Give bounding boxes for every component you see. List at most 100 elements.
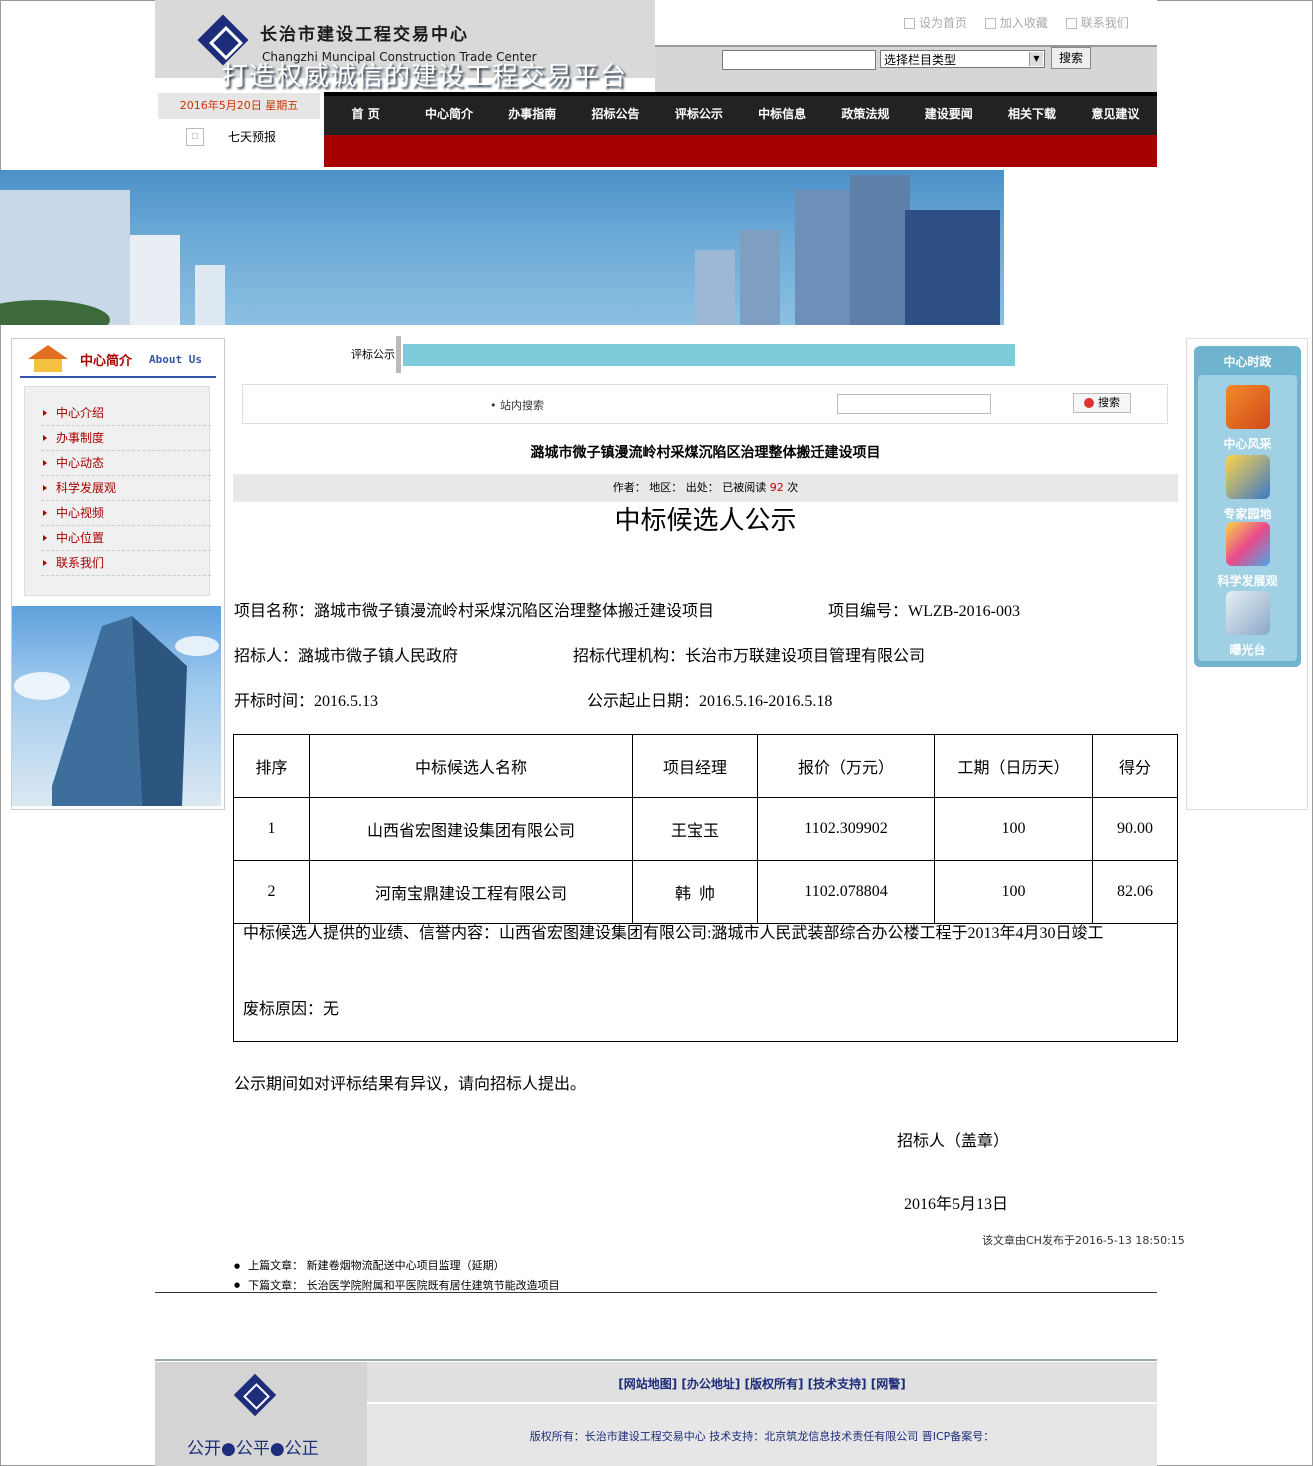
breadcrumb[interactable]: 评标公示 [351, 346, 395, 362]
add-favorite-link[interactable]: 加入收藏 [984, 16, 1048, 30]
category-select[interactable]: 选择栏目类型 ▼ [880, 50, 1045, 68]
footer-slogan: 公开●公平●公正 [187, 1439, 319, 1459]
meta-read-prefix: 已被阅读 [722, 481, 767, 494]
article-title: 潞城市微子镇漫流岭村采煤沉陷区治理整体搬迁建设项目 [530, 445, 881, 461]
nav-guide[interactable]: 办事指南 [491, 96, 574, 135]
table-row: 1 山西省宏图建设集团有限公司 王宝玉 1102.309902 100 90.0… [233, 797, 1178, 861]
weather-forecast-link[interactable]: 七天预报 [228, 128, 276, 145]
link-icon [904, 18, 915, 29]
performance-note: 中标候选人提供的业绩、信誉内容：山西省宏图建设集团有限公司:潞城市人民武装部综合… [243, 925, 1104, 942]
search-input[interactable] [722, 50, 876, 70]
site-search-label: • 站内搜索 [490, 399, 544, 412]
monitor-icon [1225, 591, 1270, 635]
factory-icon [1225, 385, 1270, 429]
sign-date: 2016年5月13日 [904, 1196, 1009, 1213]
contact-us-link[interactable]: 联系我们 [1065, 16, 1129, 30]
link-icon [1065, 18, 1077, 29]
expert-icon [1225, 455, 1270, 499]
site-search-button[interactable]: 搜索 [1073, 393, 1131, 413]
banner-slogan: 打造权威诚信的建设工程交易平台 [222, 62, 628, 92]
cell-duration: 100 [934, 860, 1093, 924]
meta-region: 地区： [649, 481, 683, 494]
article-navigation: 上篇文章： 新建卷烟物流配送中心项目监理（延期） 下篇文章： 长治医学院附属和平… [234, 1256, 560, 1295]
cell-rank: 2 [233, 860, 310, 924]
cell-manager: 韩 帅 [632, 860, 758, 924]
chevron-down-icon: ▼ [1029, 52, 1043, 66]
left-panel-divider [20, 376, 216, 378]
header-rank: 排序 [233, 734, 310, 798]
nav-feedback[interactable]: 意见建议 [1074, 96, 1157, 135]
cell-score: 82.06 [1092, 860, 1178, 924]
signature: 招标人（盖章） [897, 1133, 1010, 1150]
left-menu: 中心介绍 办事制度 中心动态 科学发展观 中心视频 中心位置 联系我们 [24, 386, 211, 596]
footer-copyright: 版权所有：长治市建设工程交易中心 技术支持：北京筑龙信息技术责任有限公司 晋IC… [529, 1430, 995, 1443]
cell-name: 河南宝鼎建设工程有限公司 [309, 860, 633, 924]
nav-tender-notice[interactable]: 招标公告 [574, 96, 657, 135]
left-menu-video[interactable]: 中心视频 [41, 501, 211, 526]
right-item-experts-label: 专家园地 [1223, 507, 1272, 521]
cell-price: 1102.309902 [757, 797, 935, 861]
nav-downloads[interactable]: 相关下载 [990, 96, 1073, 135]
left-menu-rules[interactable]: 办事制度 [41, 426, 211, 451]
right-panel-title: 中心时政 [1223, 355, 1272, 369]
candidates-table: 排序 中标候选人名称 项目经理 报价（万元） 工期（日历天） 得分 1 山西省宏… [233, 734, 1178, 924]
breadcrumb-divider [396, 336, 401, 373]
nav-home[interactable]: 首 页 [324, 96, 407, 135]
left-menu-location[interactable]: 中心位置 [41, 526, 211, 551]
nav-award[interactable]: 中标信息 [740, 96, 823, 135]
left-panel-subtitle: About Us [149, 353, 202, 366]
building-photo [12, 606, 221, 806]
publish-info: 该文章由CH发布于2016-5-13 18:50:15 [982, 1234, 1185, 1247]
meta-source: 出处： [685, 481, 719, 494]
nav-news[interactable]: 建设要闻 [907, 96, 990, 135]
weather-icon: ☐ [186, 128, 204, 146]
site-search-input[interactable] [837, 394, 991, 414]
left-menu-intro[interactable]: 中心介绍 [41, 401, 211, 426]
meta-author: 作者： [612, 481, 646, 494]
right-item-exposure-label: 曝光台 [1229, 643, 1266, 657]
footer-links[interactable]: [网站地图] [办公地址] [版权所有] [技术支持] [网警] [367, 1375, 1157, 1392]
header-price: 报价（万元） [757, 734, 935, 798]
content-divider [155, 1292, 1157, 1293]
void-reason: 废标原因：无 [243, 1001, 340, 1018]
cell-duration: 100 [934, 797, 1093, 861]
objection-note: 公示期间如对评标结果有异议，请向招标人提出。 [234, 1076, 587, 1093]
left-panel-title: 中心简介 [80, 354, 133, 369]
left-menu-news[interactable]: 中心动态 [41, 451, 211, 476]
project-name: 项目名称：潞城市微子镇漫流岭村采煤沉陷区治理整体搬迁建设项目 [234, 603, 715, 620]
site-search-button-label: 搜索 [1098, 396, 1120, 409]
table-header-row: 排序 中标候选人名称 项目经理 报价（万元） 工期（日历天） 得分 [233, 734, 1178, 798]
prev-article-link[interactable]: 上篇文章： 新建卷烟物流配送中心项目监理（延期） [234, 1256, 560, 1276]
cell-price: 1102.078804 [757, 860, 935, 924]
nav-evaluation[interactable]: 评标公示 [657, 96, 740, 135]
tender-agency: 招标代理机构：长治市万联建设项目管理有限公司 [573, 648, 926, 665]
right-item-development[interactable]: 科学发展观 [1198, 522, 1297, 589]
link-icon [984, 18, 996, 29]
site-search-box [242, 384, 1168, 424]
skyline-illustration [0, 175, 1000, 325]
article-meta: 作者： 地区： 出处： 已被阅读 92 次 [233, 474, 1178, 502]
cell-score: 90.00 [1092, 797, 1178, 861]
header-name: 中标候选人名称 [309, 734, 633, 798]
top-links: 设为首页 加入收藏 联系我们 [890, 14, 1129, 31]
right-item-style[interactable]: 中心风采 [1198, 385, 1297, 452]
notice-heading: 中标候选人公示 [614, 506, 797, 536]
left-menu-contact[interactable]: 联系我们 [41, 551, 211, 576]
search-button[interactable]: 搜索 [1051, 47, 1091, 69]
header-manager: 项目经理 [632, 734, 758, 798]
right-item-exposure[interactable]: 曝光台 [1198, 591, 1297, 658]
project-number: 项目编号：WLZB-2016-003 [828, 603, 1020, 620]
meta-read-suffix: 次 [787, 481, 799, 494]
header-duration: 工期（日历天） [934, 734, 1093, 798]
nav-about[interactable]: 中心简介 [407, 96, 490, 135]
tenderer: 招标人：潞城市微子镇人民政府 [234, 648, 459, 665]
table-row: 2 河南宝鼎建设工程有限公司 韩 帅 1102.078804 100 82.06 [233, 860, 1178, 924]
nav-subbar [324, 135, 1157, 167]
rainbow-icon [1225, 522, 1270, 566]
main-nav: 首 页 中心简介 办事指南 招标公告 评标公示 中标信息 政策法规 建设要闻 相… [324, 92, 1157, 135]
right-item-experts[interactable]: 专家园地 [1198, 455, 1297, 522]
left-menu-development[interactable]: 科学发展观 [41, 476, 211, 501]
set-homepage-link[interactable]: 设为首页 [904, 16, 967, 30]
logo-title-cn[interactable]: 长治市建设工程交易中心 [260, 20, 469, 45]
nav-policy[interactable]: 政策法规 [824, 96, 907, 135]
